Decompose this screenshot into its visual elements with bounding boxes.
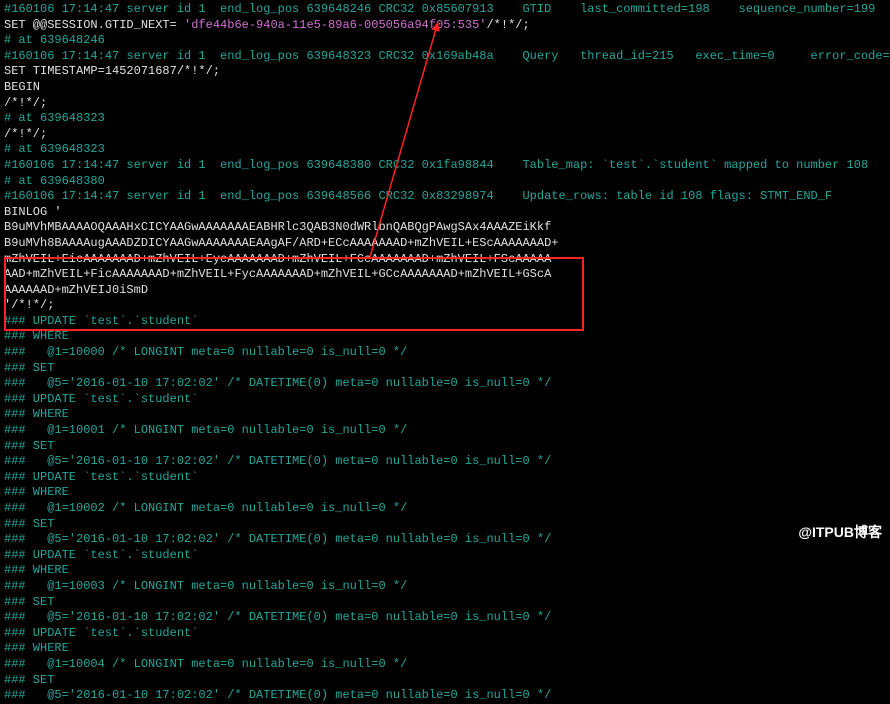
- terminal-line: ### @1=10004 /* LONGINT meta=0 nullable=…: [4, 657, 886, 673]
- terminal-line: ### SET: [4, 673, 886, 689]
- terminal-line: BINLOG ': [4, 205, 886, 221]
- terminal-line: ### WHERE: [4, 407, 886, 423]
- terminal-line: # at 639648323: [4, 142, 886, 158]
- watermark: @ITPUB博客: [798, 523, 882, 541]
- terminal-line: #160106 17:14:47 server id 1 end_log_pos…: [4, 158, 886, 174]
- terminal-line: ### SET: [4, 517, 886, 533]
- terminal-line: # at 639648380: [4, 174, 886, 190]
- terminal-line: mZhVEIL+EicAAAAAAAD+mZhVEIL+EycAAAAAAAD+…: [4, 252, 886, 268]
- terminal-line: ### SET: [4, 439, 886, 455]
- terminal-line: /*!*/;: [4, 96, 886, 112]
- terminal-line: ### @1=10001 /* LONGINT meta=0 nullable=…: [4, 423, 886, 439]
- terminal-line: ### UPDATE `test`.`student`: [4, 470, 886, 486]
- terminal-line: ### @1=10000 /* LONGINT meta=0 nullable=…: [4, 345, 886, 361]
- terminal-line: ### SET: [4, 595, 886, 611]
- terminal-line: ### @5='2016-01-10 17:02:02' /* DATETIME…: [4, 376, 886, 392]
- terminal-line: # at 639648323: [4, 111, 886, 127]
- terminal-line: ### UPDATE `test`.`student`: [4, 626, 886, 642]
- terminal-line: AAAAAAD+mZhVEIJ0iSmD: [4, 283, 886, 299]
- terminal-line: B9uMVh8BAAAAugAAADZDICYAAGwAAAAAAAEAAgAF…: [4, 236, 886, 252]
- terminal-line: #160106 17:14:47 server id 1 end_log_pos…: [4, 189, 886, 205]
- terminal-line: BEGIN: [4, 80, 886, 96]
- terminal-line: ### UPDATE `test`.`student`: [4, 314, 886, 330]
- terminal-line: # at 639648246: [4, 33, 886, 49]
- terminal-line: ### WHERE: [4, 641, 886, 657]
- terminal-line: AAD+mZhVEIL+FicAAAAAAAD+mZhVEIL+FycAAAAA…: [4, 267, 886, 283]
- terminal-line: SET @@SESSION.GTID_NEXT= 'dfe44b6e-940a-…: [4, 18, 886, 34]
- terminal-line: ### @5='2016-01-10 17:02:02' /* DATETIME…: [4, 454, 886, 470]
- terminal-line: #160106 17:14:47 server id 1 end_log_pos…: [4, 49, 886, 65]
- terminal-line: '/*!*/;: [4, 298, 886, 314]
- terminal-line: B9uMVhMBAAAAOQAAAHxCICYAAGwAAAAAAAEABHRl…: [4, 220, 886, 236]
- terminal-line: ### @5='2016-01-10 17:02:02' /* DATETIME…: [4, 610, 886, 626]
- terminal-line: ### @5='2016-01-10 17:02:02' /* DATETIME…: [4, 688, 886, 704]
- terminal-line: ### WHERE: [4, 329, 886, 345]
- terminal-line: ### UPDATE `test`.`student`: [4, 548, 886, 564]
- terminal-line: SET TIMESTAMP=1452071687/*!*/;: [4, 64, 886, 80]
- terminal-output: #160106 17:14:47 server id 1 end_log_pos…: [4, 2, 886, 704]
- terminal-line: ### @1=10003 /* LONGINT meta=0 nullable=…: [4, 579, 886, 595]
- terminal-line: ### WHERE: [4, 485, 886, 501]
- terminal-line: ### WHERE: [4, 563, 886, 579]
- terminal-line: ### SET: [4, 361, 886, 377]
- terminal-line: ### @5='2016-01-10 17:02:02' /* DATETIME…: [4, 532, 886, 548]
- terminal-line: ### @1=10002 /* LONGINT meta=0 nullable=…: [4, 501, 886, 517]
- terminal-line: /*!*/;: [4, 127, 886, 143]
- terminal-line: #160106 17:14:47 server id 1 end_log_pos…: [4, 2, 886, 18]
- terminal-line: ### UPDATE `test`.`student`: [4, 392, 886, 408]
